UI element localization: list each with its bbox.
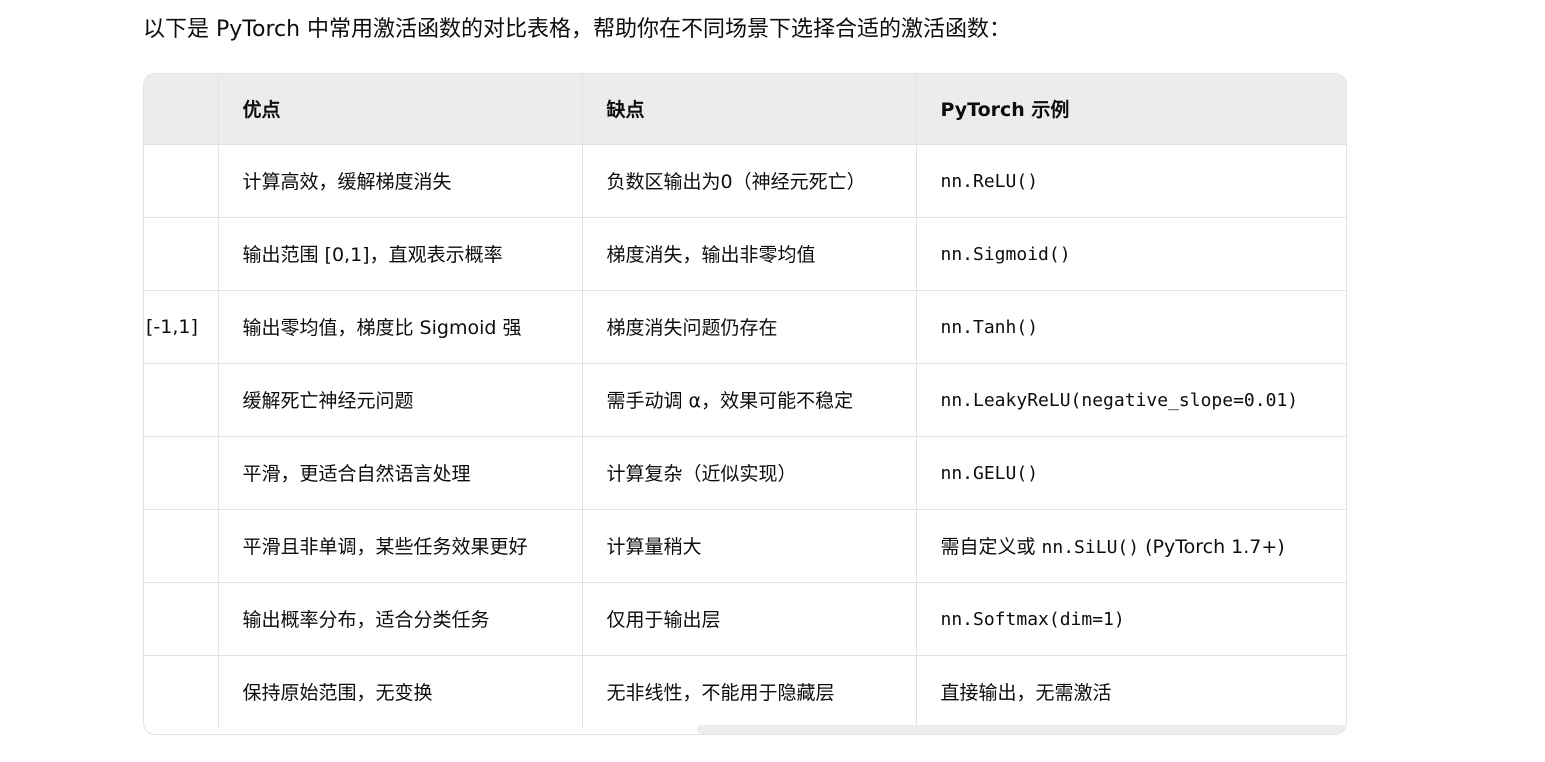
cell-example: nn.Sigmoid() [916, 217, 1346, 291]
code-snippet: nn.Sigmoid() [940, 243, 1071, 265]
activation-comparison-table: 优点 缺点 PyTorch 示例 计算高效，缓解梯度消失 负数区输出为0（神经元… [144, 74, 1346, 728]
cell-name: [-1,1] [144, 290, 219, 364]
table-row: 平滑且非单调，某些任务效果更好 计算量稍大 需自定义或 nn.SiLU() (P… [144, 509, 1346, 583]
code-snippet: nn.LeakyReLU(negative_slope=0.01) [940, 389, 1299, 411]
code-snippet: nn.SiLU() [1041, 537, 1140, 558]
cell-pros: 缓解死亡神经元问题 [218, 363, 583, 437]
cell-cons: 计算量稍大 [582, 509, 917, 583]
cell-name [144, 217, 219, 291]
cell-example: nn.ReLU() [916, 144, 1346, 218]
example-suffix: (PyTorch 1.7+) [1139, 536, 1285, 558]
header-pros: 优点 [218, 74, 583, 145]
cell-example: 直接输出，无需激活 [940, 682, 1112, 705]
cell-pros: 输出概率分布，适合分类任务 [218, 582, 583, 656]
intro-text: 以下是 PyTorch 中常用激活函数的对比表格，帮助你在不同场景下选择合适的激… [143, 17, 1012, 42]
code-snippet: nn.GELU() [940, 462, 1039, 484]
cell-cons: 需手动调 α，效果可能不稳定 [582, 363, 917, 437]
table-row: 输出范围 [0,1]，直观表示概率 梯度消失，输出非零均值 nn.Sigmoid… [144, 217, 1346, 291]
cell-example: nn.Tanh() [916, 290, 1346, 364]
table-row: 输出概率分布，适合分类任务 仅用于输出层 nn.Softmax(dim=1) [144, 582, 1346, 656]
horizontal-scrollbar[interactable] [697, 725, 1346, 734]
table-row: 计算高效，缓解梯度消失 负数区输出为0（神经元死亡） nn.ReLU() [144, 144, 1346, 218]
cell-name [144, 655, 219, 728]
cell-example: nn.LeakyReLU(negative_slope=0.01) [916, 363, 1346, 437]
cell-name [144, 436, 219, 510]
table-row: [-1,1] 输出零均值，梯度比 Sigmoid 强 梯度消失问题仍存在 nn.… [144, 290, 1346, 364]
table-row: 保持原始范围，无变换 无非线性，不能用于隐藏层 直接输出，无需激活 [144, 655, 1346, 728]
cell-pros: 输出零均值，梯度比 Sigmoid 强 [218, 290, 583, 364]
cell-cons: 无非线性，不能用于隐藏层 [582, 655, 917, 728]
header-example: PyTorch 示例 [916, 74, 1346, 145]
cell-example: 需自定义或 nn.SiLU() (PyTorch 1.7+) [916, 509, 1346, 583]
cell-cons: 仅用于输出层 [582, 582, 917, 656]
comparison-table-container: 优点 缺点 PyTorch 示例 计算高效，缓解梯度消失 负数区输出为0（神经元… [143, 73, 1347, 735]
cell-cons: 计算复杂（近似实现） [582, 436, 917, 510]
cell-cons: 负数区输出为0（神经元死亡） [582, 144, 917, 218]
cell-example: nn.Softmax(dim=1) [916, 582, 1346, 656]
cell-name [144, 144, 219, 218]
cell-pros: 保持原始范围，无变换 [218, 655, 583, 728]
cell-pros: 输出范围 [0,1]，直观表示概率 [218, 217, 583, 291]
cell-name [144, 363, 219, 437]
header-name [144, 74, 219, 145]
cell-pros: 平滑且非单调，某些任务效果更好 [218, 509, 583, 583]
cell-pros: 平滑，更适合自然语言处理 [218, 436, 583, 510]
cell-example: nn.GELU() [916, 436, 1346, 510]
header-cons: 缺点 [582, 74, 917, 145]
table-header-row: 优点 缺点 PyTorch 示例 [144, 74, 1346, 145]
code-snippet: nn.ReLU() [940, 170, 1039, 192]
example-prefix: 需自定义或 [940, 536, 1042, 558]
code-snippet: nn.Softmax(dim=1) [940, 608, 1125, 630]
cell-pros: 计算高效，缓解梯度消失 [218, 144, 583, 218]
cell-name [144, 509, 219, 583]
table-row: 平滑，更适合自然语言处理 计算复杂（近似实现） nn.GELU() [144, 436, 1346, 510]
table-row: 缓解死亡神经元问题 需手动调 α，效果可能不稳定 nn.LeakyReLU(ne… [144, 363, 1346, 437]
cell-cons: 梯度消失问题仍存在 [582, 290, 917, 364]
cell-cons: 梯度消失，输出非零均值 [582, 217, 917, 291]
code-snippet: nn.Tanh() [940, 316, 1039, 338]
cell-name [144, 582, 219, 656]
